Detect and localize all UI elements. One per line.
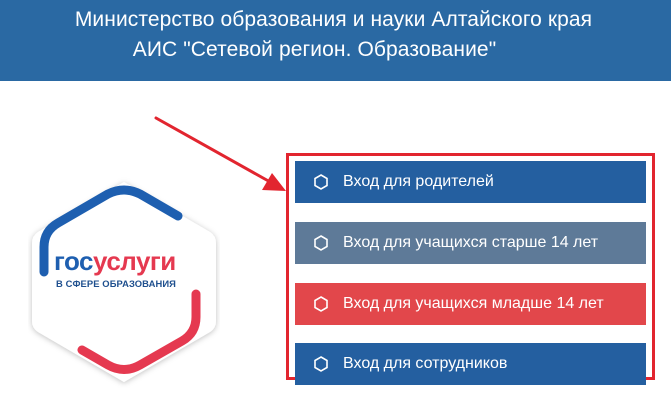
ministry-title: Министерство образования и науки Алтайск…	[74, 8, 593, 31]
logo-subtitle: В СФЕРЕ ОБРАЗОВАНИЯ	[56, 278, 177, 289]
login-staff-button[interactable]: Вход для сотрудников	[295, 343, 646, 385]
page-header: Министерство образования и науки Алтайск…	[0, 0, 671, 81]
system-title: АИС "Сетевой регион. Образование"	[132, 38, 497, 61]
hexagon-icon	[314, 356, 328, 372]
logo-wordmark: госуслуги	[54, 246, 176, 276]
login-students-younger-label: Вход для учащихся младше 14 лет	[343, 295, 604, 312]
hexagon-icon	[314, 296, 328, 312]
login-staff-label: Вход для сотрудников	[343, 355, 508, 372]
hexagon-icon	[314, 235, 328, 251]
login-students-older-button[interactable]: Вход для учащихся старше 14 лет	[295, 222, 646, 264]
login-students-younger-button[interactable]: Вход для учащихся младше 14 лет	[295, 283, 646, 325]
hexagon-icon	[314, 174, 328, 190]
gosuslugi-logo: госуслуги В СФЕРЕ ОБРАЗОВАНИЯ	[28, 176, 220, 388]
login-students-older-label: Вход для учащихся старше 14 лет	[343, 234, 599, 251]
login-parents-button[interactable]: Вход для родителей	[295, 161, 646, 203]
login-parents-label: Вход для родителей	[343, 173, 494, 190]
login-menu: Вход для родителей Вход для учащихся ста…	[286, 153, 655, 385]
